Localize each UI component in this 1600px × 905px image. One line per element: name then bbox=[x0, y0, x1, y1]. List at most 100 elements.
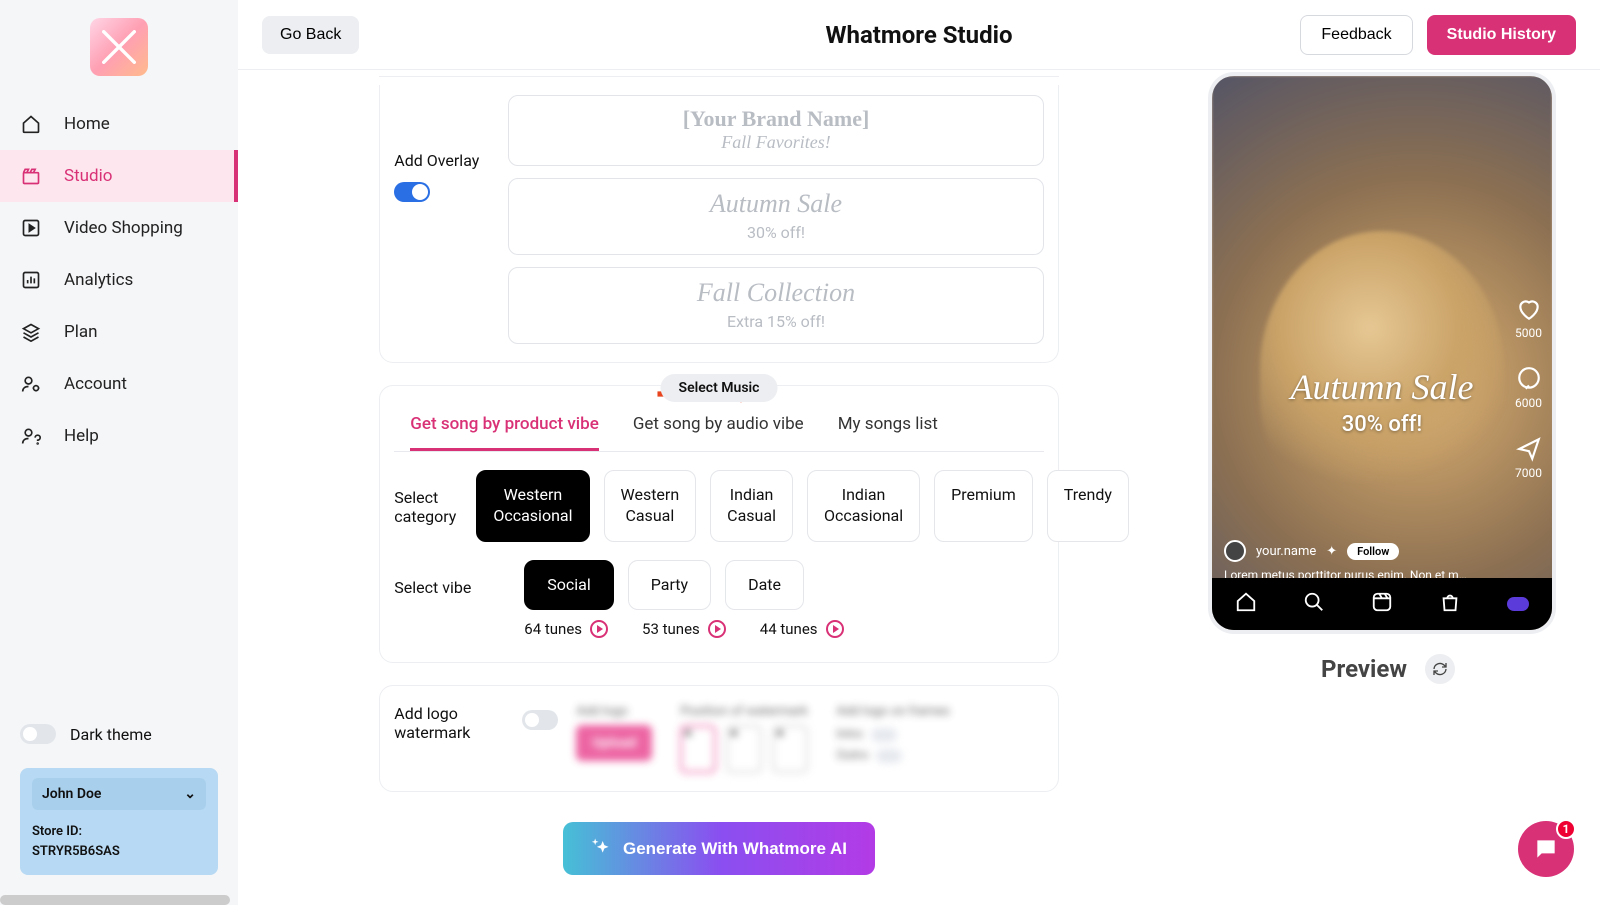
verify-icon: ✦ bbox=[1326, 544, 1337, 559]
watermark-toggle[interactable] bbox=[522, 710, 558, 730]
sidebar-item-help[interactable]: Help bbox=[0, 410, 238, 462]
dark-theme-label: Dark theme bbox=[70, 725, 152, 744]
nav: Home Studio Video Shopping Analytics Pla… bbox=[0, 98, 238, 706]
generate-button[interactable]: Generate With Whatmore AI bbox=[563, 822, 875, 875]
phone-tabbar bbox=[1212, 578, 1552, 630]
sidebar-item-video-shopping[interactable]: Video Shopping bbox=[0, 202, 238, 254]
reels-icon bbox=[1371, 591, 1393, 617]
phone-preview: 5000 6000 7000 Autumn Sale 30% off! your… bbox=[1212, 76, 1552, 630]
wm-frames-col: Add logo on frames Intro Outro bbox=[836, 704, 949, 773]
upload-button: Upload bbox=[576, 725, 652, 761]
chip-western-casual[interactable]: WesternCasual bbox=[604, 470, 697, 542]
store-id-label: Store ID: bbox=[32, 824, 82, 839]
bag-icon bbox=[1439, 591, 1461, 617]
chip-indian-occasional[interactable]: IndianOccasional bbox=[807, 470, 920, 542]
nav-label: Account bbox=[64, 374, 127, 394]
sidebar: Home Studio Video Shopping Analytics Pla… bbox=[0, 0, 238, 905]
logo bbox=[0, 0, 238, 98]
tune-count: 64 tunes bbox=[524, 620, 608, 638]
tune-count: 53 tunes bbox=[642, 620, 726, 638]
phone-title: Autumn Sale bbox=[1212, 366, 1552, 408]
store-id: Store ID: STRYR5B6SAS bbox=[32, 822, 206, 861]
dark-theme-row: Dark theme bbox=[20, 724, 218, 744]
music-panel: Select Music Get song by product vibe Ge… bbox=[379, 385, 1058, 663]
nav-label: Video Shopping bbox=[64, 218, 183, 238]
go-back-button[interactable]: Go Back bbox=[262, 16, 359, 54]
topbar: Go Back Whatmore Studio Feedback Studio … bbox=[238, 0, 1600, 70]
overlay-card-sub: Extra 15% off! bbox=[509, 312, 1042, 331]
dark-theme-toggle[interactable] bbox=[20, 724, 56, 744]
overlay-label: Add Overlay bbox=[394, 151, 490, 170]
main: Add Overlay [Your Brand Name] Fall Favor… bbox=[238, 70, 1600, 905]
chat-bubble-button[interactable]: 1 bbox=[1518, 821, 1574, 877]
play-icon[interactable] bbox=[826, 620, 844, 638]
overlay-toggle[interactable] bbox=[394, 182, 430, 202]
sparkle-icon bbox=[591, 836, 611, 861]
horizontal-scrollbar[interactable] bbox=[0, 895, 230, 905]
overlay-cards: [Your Brand Name] Fall Favorites! Autumn… bbox=[508, 95, 1043, 344]
refresh-button[interactable] bbox=[1425, 654, 1455, 684]
overlay-card[interactable]: [Your Brand Name] Fall Favorites! bbox=[508, 95, 1043, 166]
phone-user-row: your.name ✦ Follow bbox=[1224, 540, 1540, 562]
chart-icon bbox=[20, 270, 42, 290]
overlay-card[interactable]: Autumn Sale 30% off! bbox=[508, 178, 1043, 255]
category-chips: WesternOccasional WesternCasual IndianCa… bbox=[476, 470, 1129, 542]
chip-party[interactable]: Party bbox=[628, 560, 711, 611]
chat-badge: 1 bbox=[1556, 819, 1576, 839]
overlay-card-title: [Your Brand Name] bbox=[509, 106, 1042, 132]
vibe-label: Select vibe bbox=[394, 560, 504, 597]
avatar-icon bbox=[1224, 540, 1246, 562]
feedback-button[interactable]: Feedback bbox=[1300, 15, 1412, 55]
chevron-down-icon: ⌄ bbox=[184, 786, 196, 802]
sidebar-item-account[interactable]: Account bbox=[0, 358, 238, 410]
store-id-value: STRYR5B6SAS bbox=[32, 844, 120, 859]
chip-trendy[interactable]: Trendy bbox=[1047, 470, 1129, 542]
sidebar-item-home[interactable]: Home bbox=[0, 98, 238, 150]
editor-column: Add Overlay [Your Brand Name] Fall Favor… bbox=[238, 70, 1200, 905]
chip-indian-casual[interactable]: IndianCasual bbox=[710, 470, 793, 542]
chip-date[interactable]: Date bbox=[725, 560, 804, 611]
nav-label: Plan bbox=[64, 322, 98, 342]
play-square-icon bbox=[20, 218, 42, 238]
category-row: Select category WesternOccasional Wester… bbox=[394, 452, 1043, 542]
brand-icon bbox=[1507, 597, 1529, 611]
tab-my-songs[interactable]: My songs list bbox=[838, 414, 938, 451]
like-icon: 5000 bbox=[1515, 296, 1542, 340]
sidebar-item-studio[interactable]: Studio bbox=[0, 150, 238, 202]
watermark-disabled-content: Add logo Upload Position of watermark Ad… bbox=[576, 704, 1043, 773]
preview-footer: Preview bbox=[1212, 654, 1564, 684]
chip-premium[interactable]: Premium bbox=[934, 470, 1033, 542]
clapper-icon bbox=[20, 166, 42, 186]
tab-audio-vibe[interactable]: Get song by audio vibe bbox=[633, 414, 804, 451]
preview-label: Preview bbox=[1321, 655, 1407, 683]
studio-history-button[interactable]: Studio History bbox=[1427, 15, 1576, 55]
generate-row: Generate With Whatmore AI bbox=[272, 792, 1166, 905]
top-actions: Feedback Studio History bbox=[1300, 15, 1576, 55]
user-gear-icon bbox=[20, 374, 42, 394]
vibe-row: Select vibe Social Party Date bbox=[394, 542, 1043, 611]
overlay-card[interactable]: Fall Collection Extra 15% off! bbox=[508, 267, 1043, 344]
sidebar-bottom: Dark theme bbox=[0, 706, 238, 768]
home-icon bbox=[1235, 591, 1257, 617]
preview-column: 5000 6000 7000 Autumn Sale 30% off! your… bbox=[1200, 70, 1600, 905]
share-icon: 7000 bbox=[1515, 436, 1542, 480]
select-music-badge: Select Music bbox=[661, 374, 778, 402]
vibe-chips: Social Party Date bbox=[524, 560, 804, 611]
tab-product-vibe[interactable]: Get song by product vibe bbox=[410, 414, 599, 451]
wm-position-col: Position of watermark bbox=[680, 704, 808, 773]
overlay-panel: Add Overlay [Your Brand Name] Fall Favor… bbox=[379, 85, 1058, 363]
play-icon[interactable] bbox=[708, 620, 726, 638]
play-icon[interactable] bbox=[590, 620, 608, 638]
tune-counts: 64 tunes 53 tunes 44 tunes bbox=[394, 610, 1043, 638]
layers-icon bbox=[20, 322, 42, 342]
follow-button: Follow bbox=[1347, 543, 1399, 560]
chip-western-occasional[interactable]: WesternOccasional bbox=[476, 470, 589, 542]
user-selector[interactable]: John Doe ⌄ bbox=[32, 778, 206, 810]
overlay-card-title: Autumn Sale bbox=[509, 189, 1042, 219]
overlay-card-title: Fall Collection bbox=[509, 278, 1042, 308]
chip-social[interactable]: Social bbox=[524, 560, 613, 611]
user-name-text: John Doe bbox=[42, 786, 101, 802]
sidebar-item-plan[interactable]: Plan bbox=[0, 306, 238, 358]
user-card: John Doe ⌄ Store ID: STRYR5B6SAS bbox=[20, 768, 218, 875]
sidebar-item-analytics[interactable]: Analytics bbox=[0, 254, 238, 306]
